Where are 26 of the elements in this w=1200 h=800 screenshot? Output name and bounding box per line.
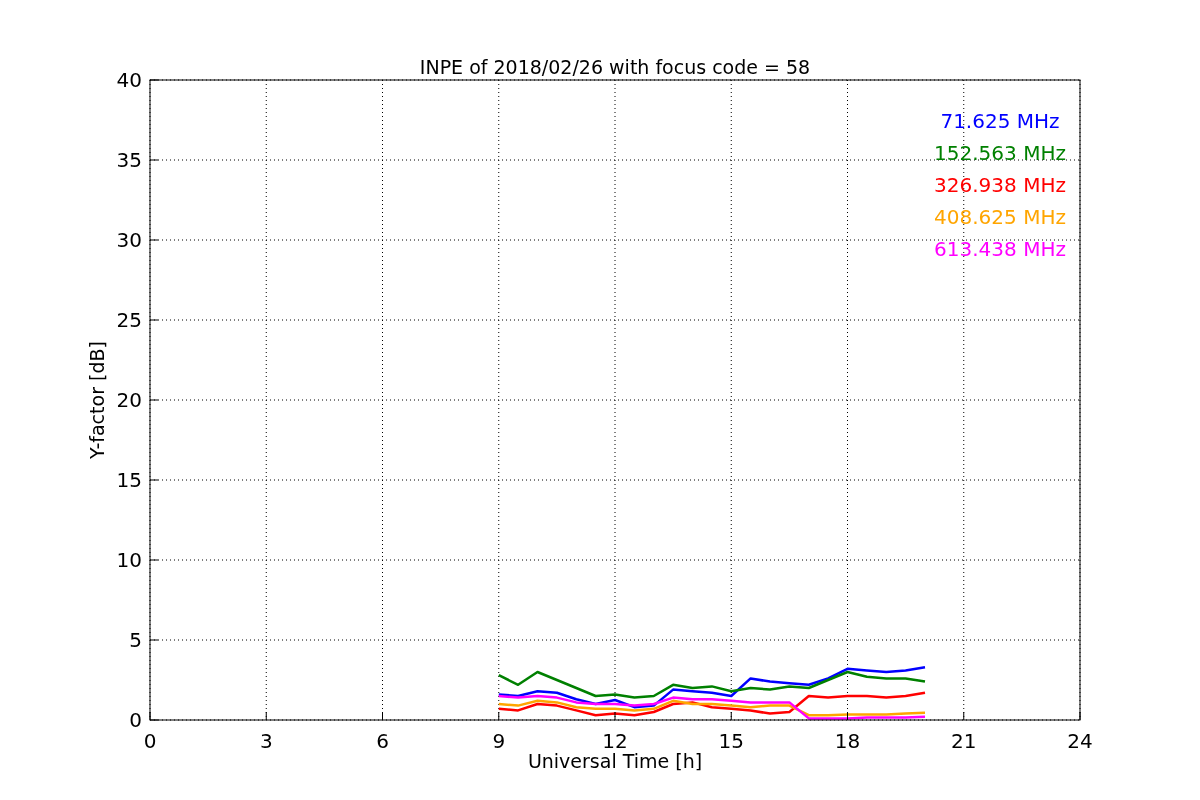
legend-label: 71.625 MHz [940,109,1060,133]
x-tick-label: 24 [1067,729,1093,753]
y-tick-label: 15 [116,468,142,492]
y-tick-label: 20 [116,388,142,412]
x-tick-label: 0 [143,729,157,753]
x-tick-label: 6 [376,729,389,753]
legend-label: 326.938 MHz [934,173,1066,197]
x-tick-label: 3 [259,729,273,753]
y-tick-label: 30 [116,228,142,252]
x-tick-label: 21 [951,729,977,753]
x-tick-label: 18 [834,729,861,753]
y-tick-label: 10 [116,548,142,572]
y-tick-label: 0 [129,708,142,732]
chart-title: INPE of 2018/02/26 with focus code = 58 [419,56,811,78]
legend-label: 408.625 MHz [934,205,1066,229]
y-tick-label: 25 [116,308,142,332]
legend-label: 152.563 MHz [934,141,1066,165]
legend-label: 613.438 MHz [934,237,1066,261]
y-tick-label: 5 [129,628,142,652]
x-tick-label: 9 [492,729,506,753]
y-tick-label: 40 [116,68,142,92]
x-tick-label: 15 [718,729,744,753]
x-axis-label: Universal Time [h] [527,750,703,772]
x-tick-label: 12 [602,729,628,753]
y-tick-label: 35 [116,148,142,172]
y-axis-label: Y-factor [dB] [86,341,108,459]
